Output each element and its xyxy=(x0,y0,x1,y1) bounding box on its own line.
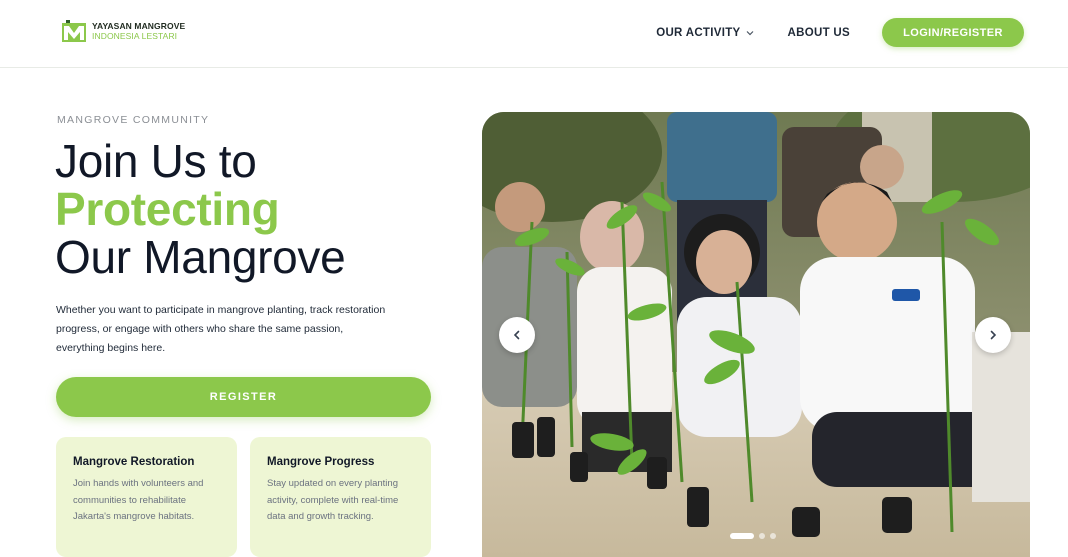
headline-line-3: Our Mangrove xyxy=(55,231,346,283)
login-register-button[interactable]: LOGIN/REGISTER xyxy=(882,18,1024,47)
card-title: Mangrove Restoration xyxy=(73,456,195,468)
nav-our-activity-label: OUR ACTIVITY xyxy=(656,26,741,39)
nav-about-us-label: ABOUT US xyxy=(787,26,850,39)
card-title: Mangrove Progress xyxy=(267,456,375,468)
chevron-down-icon xyxy=(746,30,753,35)
card-body: Stay updated on every planting activity,… xyxy=(267,478,399,522)
card-mangrove-progress[interactable]: Mangrove Progress Stay updated on every … xyxy=(250,437,431,557)
register-button[interactable]: REGISTER xyxy=(56,377,431,417)
chevron-right-icon xyxy=(990,330,997,340)
logo-subtitle: INDONESIA LESTARI xyxy=(92,31,178,41)
mangrove-logo-icon xyxy=(62,20,86,42)
logo-title: YAYASAN MANGROVE xyxy=(92,21,186,31)
hero-description: Whether you want to participate in mangr… xyxy=(56,304,386,354)
hero-eyebrow: MANGROVE COMMUNITY xyxy=(57,114,210,126)
hero-carousel-image xyxy=(482,112,1030,557)
headline-line-1: Join Us to xyxy=(55,135,257,187)
carousel-dot-3[interactable] xyxy=(770,533,776,539)
site-header: YAYASAN MANGROVE INDONESIA LESTARI OUR A… xyxy=(0,0,1068,68)
carousel-next-button[interactable] xyxy=(975,317,1011,353)
card-body: Join hands with volunteers and communiti… xyxy=(73,478,204,522)
carousel-dots xyxy=(730,533,776,539)
nav-our-activity[interactable]: OUR ACTIVITY xyxy=(656,27,753,39)
carousel-dot-2[interactable] xyxy=(759,533,765,539)
main-nav: OUR ACTIVITY ABOUT US LOGIN/REGISTER xyxy=(656,18,1024,47)
carousel-prev-button[interactable] xyxy=(499,317,535,353)
volunteers-planting-photo xyxy=(482,112,1030,557)
card-mangrove-restoration[interactable]: Mangrove Restoration Join hands with vol… xyxy=(56,437,237,557)
headline-accent: Protecting xyxy=(55,183,280,235)
nav-about-us[interactable]: ABOUT US xyxy=(788,27,850,39)
carousel-dot-1[interactable] xyxy=(730,533,754,539)
chevron-left-icon xyxy=(513,330,520,340)
brand-logo[interactable]: YAYASAN MANGROVE INDONESIA LESTARI xyxy=(62,20,185,42)
hero-headline: Join Us to Protecting Our Mangrove xyxy=(55,135,346,283)
